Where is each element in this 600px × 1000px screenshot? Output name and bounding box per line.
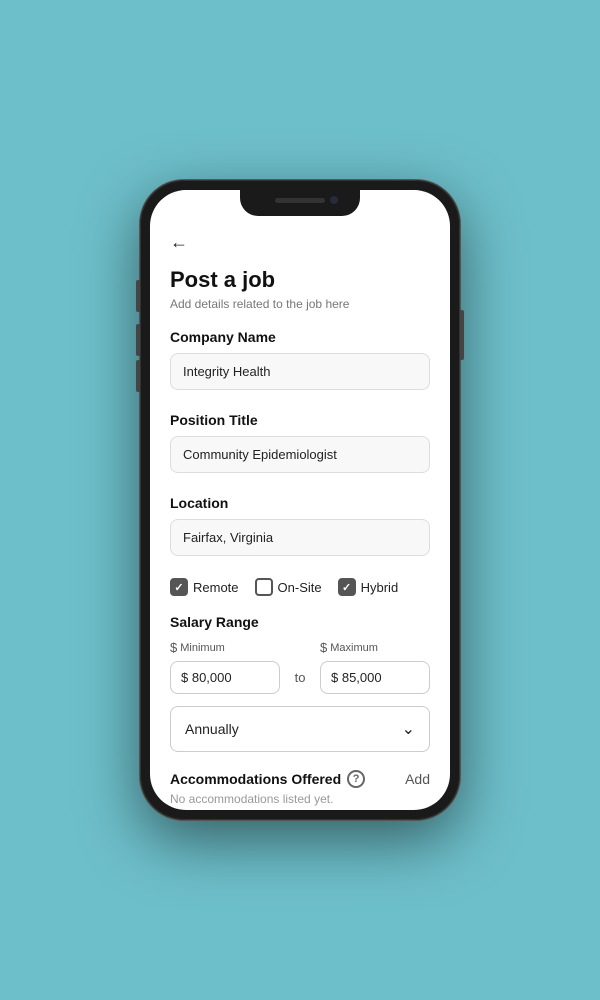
hybrid-checkbox[interactable] [338,578,356,596]
max-currency-symbol: $ [320,640,327,655]
onsite-label: On-Site [278,580,322,595]
remote-option[interactable]: Remote [170,578,239,596]
accommodations-title: Accommodations Offered [170,771,341,787]
position-title-input[interactable] [170,436,430,473]
remote-label: Remote [193,580,239,595]
remote-checkbox[interactable] [170,578,188,596]
frequency-label: Annually [185,721,239,737]
company-name-input[interactable] [170,353,430,390]
salary-range-title: Salary Range [170,614,430,630]
min-salary-col [170,661,280,694]
location-group: Location [170,495,430,572]
max-label: Maximum [330,642,378,654]
location-input[interactable] [170,519,430,556]
page-title: Post a job [170,267,430,293]
to-label: to [295,670,306,685]
accommodations-title-row: Accommodations Offered ? [170,770,365,788]
salary-labels-row: $ Minimum $ Maximum [170,640,430,655]
position-title-group: Position Title [170,412,430,489]
location-label: Location [170,495,430,511]
scroll-content: ← Post a job Add details related to the … [150,190,450,810]
hybrid-option[interactable]: Hybrid [338,578,399,596]
phone-screen: ← Post a job Add details related to the … [150,190,450,810]
location-options-row: Remote On-Site Hybrid [170,578,430,596]
salary-inputs-row: to [170,661,430,694]
accommodations-header: Accommodations Offered ? Add [170,770,430,788]
page-subtitle: Add details related to the job here [170,297,430,311]
position-title-label: Position Title [170,412,430,428]
notch [240,190,360,216]
max-salary-wrapper [320,661,430,694]
back-button[interactable]: ← [170,228,188,257]
min-label: Minimum [180,642,225,654]
accommodations-add-button[interactable]: Add [405,771,430,787]
company-name-group: Company Name [170,329,430,406]
min-salary-wrapper [170,661,280,694]
hybrid-label: Hybrid [361,580,399,595]
accommodations-help-icon[interactable]: ? [347,770,365,788]
company-name-label: Company Name [170,329,430,345]
speaker [275,198,325,203]
max-salary-col [320,661,430,694]
onsite-option[interactable]: On-Site [255,578,322,596]
chevron-down-icon: ⌄ [402,719,415,739]
camera [330,196,338,204]
onsite-checkbox[interactable] [255,578,273,596]
back-arrow-icon: ← [170,232,188,253]
max-salary-input[interactable] [331,670,419,685]
min-currency-symbol: $ [170,640,177,655]
accommodations-empty-text: No accommodations listed yet. [170,792,430,806]
min-salary-input[interactable] [181,670,269,685]
frequency-dropdown[interactable]: Annually ⌄ [170,706,430,752]
phone-frame: ← Post a job Add details related to the … [140,180,460,820]
